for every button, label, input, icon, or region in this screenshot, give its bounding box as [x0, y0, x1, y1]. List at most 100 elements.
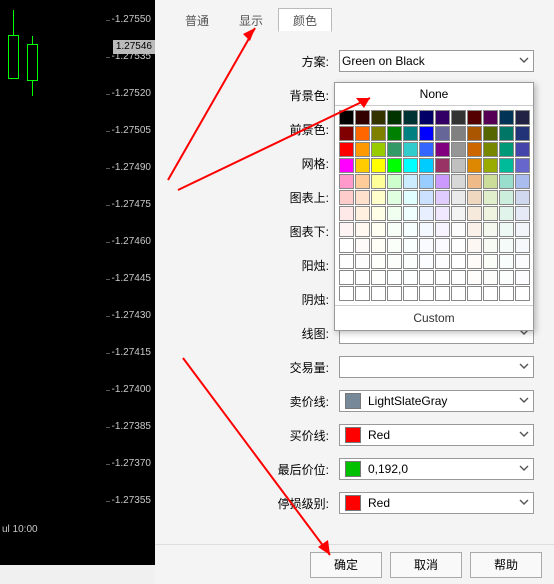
palette-swatch[interactable]: [419, 142, 434, 157]
palette-swatch[interactable]: [387, 206, 402, 221]
palette-swatch[interactable]: [371, 206, 386, 221]
palette-swatch[interactable]: [419, 190, 434, 205]
palette-swatch[interactable]: [467, 174, 482, 189]
palette-swatch[interactable]: [419, 126, 434, 141]
palette-swatch[interactable]: [339, 190, 354, 205]
palette-swatch[interactable]: [515, 286, 530, 301]
palette-swatch[interactable]: [483, 126, 498, 141]
palette-swatch[interactable]: [387, 174, 402, 189]
color-combo[interactable]: LightSlateGray: [339, 390, 534, 412]
palette-swatch[interactable]: [403, 110, 418, 125]
help-button[interactable]: 帮助: [470, 552, 542, 578]
palette-swatch[interactable]: [419, 238, 434, 253]
palette-swatch[interactable]: [387, 158, 402, 173]
palette-swatch[interactable]: [499, 142, 514, 157]
palette-swatch[interactable]: [339, 270, 354, 285]
palette-swatch[interactable]: [515, 206, 530, 221]
palette-swatch[interactable]: [355, 190, 370, 205]
palette-swatch[interactable]: [515, 110, 530, 125]
palette-swatch[interactable]: [419, 270, 434, 285]
palette-swatch[interactable]: [355, 110, 370, 125]
palette-swatch[interactable]: [339, 174, 354, 189]
palette-swatch[interactable]: [435, 110, 450, 125]
color-combo[interactable]: [339, 356, 534, 378]
palette-swatch[interactable]: [451, 286, 466, 301]
palette-swatch[interactable]: [467, 126, 482, 141]
palette-swatch[interactable]: [355, 286, 370, 301]
palette-swatch[interactable]: [451, 238, 466, 253]
palette-swatch[interactable]: [419, 286, 434, 301]
palette-swatch[interactable]: [515, 174, 530, 189]
palette-swatch[interactable]: [355, 206, 370, 221]
palette-swatch[interactable]: [467, 286, 482, 301]
palette-swatch[interactable]: [387, 126, 402, 141]
palette-swatch[interactable]: [355, 126, 370, 141]
palette-swatch[interactable]: [403, 238, 418, 253]
palette-swatch[interactable]: [451, 222, 466, 237]
palette-swatch[interactable]: [387, 142, 402, 157]
palette-swatch[interactable]: [403, 158, 418, 173]
color-combo[interactable]: Green on Black: [339, 50, 534, 72]
palette-swatch[interactable]: [355, 238, 370, 253]
palette-swatch[interactable]: [483, 254, 498, 269]
palette-swatch[interactable]: [451, 206, 466, 221]
palette-swatch[interactable]: [451, 126, 466, 141]
tab-colors[interactable]: 颜色: [278, 8, 332, 32]
palette-swatch[interactable]: [387, 238, 402, 253]
palette-custom-button[interactable]: Custom: [335, 305, 533, 330]
palette-swatch[interactable]: [355, 254, 370, 269]
palette-swatch[interactable]: [403, 126, 418, 141]
palette-swatch[interactable]: [435, 126, 450, 141]
palette-swatch[interactable]: [355, 222, 370, 237]
palette-swatch[interactable]: [387, 270, 402, 285]
palette-swatch[interactable]: [387, 286, 402, 301]
palette-swatch[interactable]: [467, 158, 482, 173]
palette-swatch[interactable]: [403, 270, 418, 285]
palette-swatch[interactable]: [339, 126, 354, 141]
palette-swatch[interactable]: [515, 142, 530, 157]
palette-swatch[interactable]: [339, 238, 354, 253]
palette-swatch[interactable]: [419, 110, 434, 125]
palette-swatch[interactable]: [339, 222, 354, 237]
palette-swatch[interactable]: [435, 270, 450, 285]
palette-swatch[interactable]: [499, 158, 514, 173]
palette-swatch[interactable]: [435, 238, 450, 253]
palette-swatch[interactable]: [483, 286, 498, 301]
palette-none-button[interactable]: None: [335, 83, 533, 106]
palette-swatch[interactable]: [403, 206, 418, 221]
palette-swatch[interactable]: [451, 174, 466, 189]
palette-swatch[interactable]: [339, 110, 354, 125]
palette-swatch[interactable]: [515, 158, 530, 173]
palette-swatch[interactable]: [467, 270, 482, 285]
palette-swatch[interactable]: [371, 126, 386, 141]
palette-swatch[interactable]: [339, 286, 354, 301]
palette-swatch[interactable]: [483, 142, 498, 157]
palette-swatch[interactable]: [451, 142, 466, 157]
palette-swatch[interactable]: [515, 126, 530, 141]
palette-swatch[interactable]: [387, 254, 402, 269]
palette-swatch[interactable]: [435, 174, 450, 189]
palette-swatch[interactable]: [387, 110, 402, 125]
palette-swatch[interactable]: [339, 142, 354, 157]
palette-swatch[interactable]: [467, 206, 482, 221]
tab-display[interactable]: 显示: [224, 8, 278, 32]
palette-swatch[interactable]: [451, 158, 466, 173]
palette-swatch[interactable]: [355, 142, 370, 157]
palette-swatch[interactable]: [403, 254, 418, 269]
palette-swatch[interactable]: [483, 190, 498, 205]
cancel-button[interactable]: 取消: [390, 552, 462, 578]
palette-swatch[interactable]: [451, 190, 466, 205]
color-combo[interactable]: Red: [339, 424, 534, 446]
palette-swatch[interactable]: [499, 174, 514, 189]
palette-swatch[interactable]: [435, 222, 450, 237]
palette-swatch[interactable]: [371, 222, 386, 237]
palette-swatch[interactable]: [467, 110, 482, 125]
palette-swatch[interactable]: [371, 158, 386, 173]
palette-swatch[interactable]: [483, 238, 498, 253]
palette-swatch[interactable]: [515, 270, 530, 285]
palette-swatch[interactable]: [451, 110, 466, 125]
palette-swatch[interactable]: [467, 190, 482, 205]
palette-swatch[interactable]: [499, 286, 514, 301]
palette-swatch[interactable]: [403, 190, 418, 205]
palette-swatch[interactable]: [371, 270, 386, 285]
